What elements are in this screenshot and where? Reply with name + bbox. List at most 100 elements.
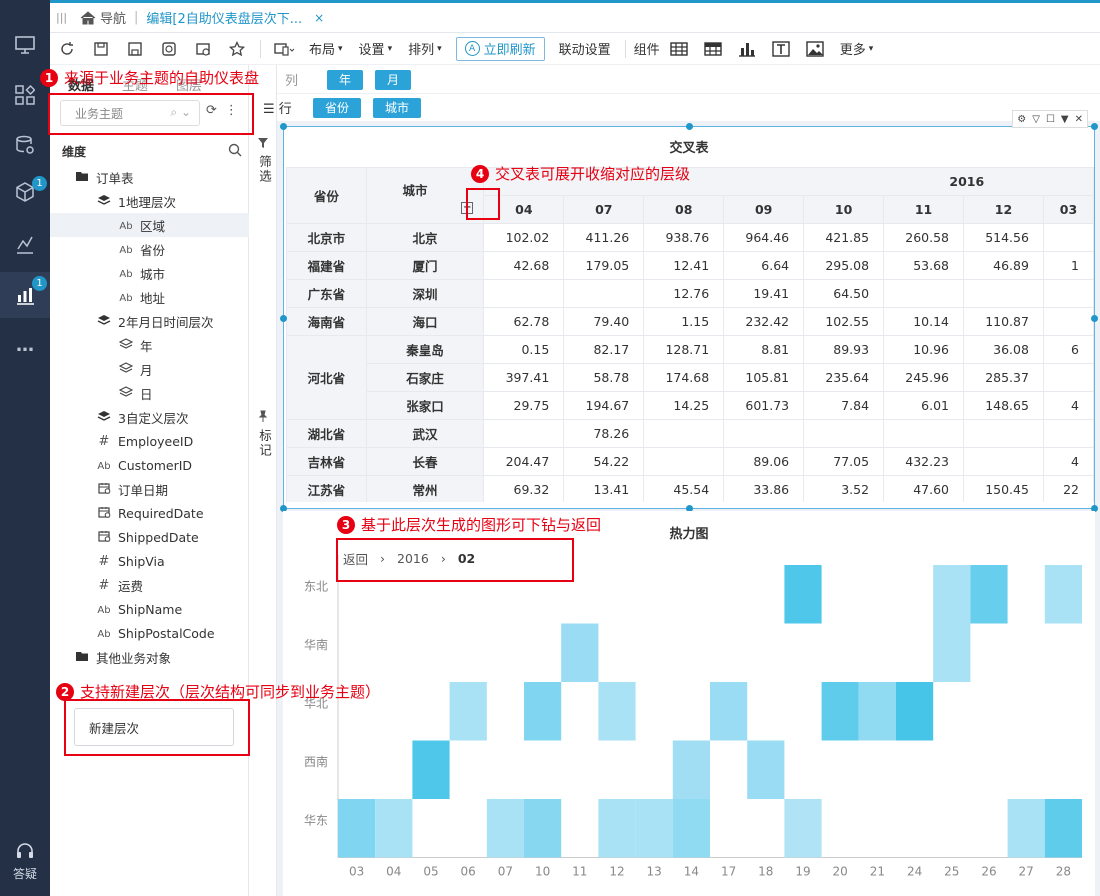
- menu-down-icon[interactable]: ▼: [1061, 114, 1069, 125]
- refresh-icon[interactable]: [50, 35, 84, 63]
- heatmap-cell[interactable]: [486, 799, 524, 858]
- resize-handle[interactable]: [280, 123, 287, 130]
- heatmap-cell[interactable]: [858, 682, 896, 741]
- header-month[interactable]: 12: [963, 195, 1044, 224]
- resize-handle[interactable]: [686, 123, 693, 130]
- close-icon[interactable]: ✕: [1075, 114, 1083, 125]
- answer-help[interactable]: 答疑: [0, 842, 50, 882]
- save-as-icon[interactable]: [118, 35, 152, 63]
- header-province[interactable]: 省份: [286, 167, 367, 224]
- monitor-icon[interactable]: [0, 25, 50, 65]
- heatmap-cell[interactable]: [1044, 799, 1082, 858]
- heatmap-cell[interactable]: [821, 682, 859, 741]
- save-icon[interactable]: [84, 35, 118, 63]
- device-icon[interactable]: [267, 35, 301, 63]
- preview-icon[interactable]: [152, 35, 186, 63]
- arrange-menu[interactable]: 排列 ▾: [400, 39, 450, 58]
- header-month[interactable]: 09: [723, 195, 805, 224]
- heatmap-cell[interactable]: [747, 740, 785, 800]
- tree-item[interactable]: # ShipVia: [50, 549, 249, 573]
- tree-item[interactable]: 订单表: [50, 165, 249, 189]
- pin-icon[interactable]: [257, 410, 269, 422]
- refresh-now-button[interactable]: A 立即刷新: [455, 36, 545, 61]
- crosstab-icon[interactable]: [696, 35, 730, 63]
- tree-item[interactable]: Ab 区域: [50, 213, 249, 237]
- tree-item[interactable]: Ab ShipName: [50, 597, 249, 621]
- table-icon[interactable]: [662, 35, 696, 63]
- tree-item[interactable]: 其他业务对象: [50, 645, 249, 669]
- heatmap-cell[interactable]: [375, 799, 413, 858]
- cube-icon[interactable]: 1: [0, 172, 50, 212]
- filter-icon[interactable]: ▽: [1032, 114, 1040, 125]
- heatmap-cell[interactable]: [896, 682, 934, 741]
- resize-handle[interactable]: [1091, 315, 1098, 322]
- heatmap-cell[interactable]: [635, 799, 673, 858]
- tree-item[interactable]: Ab 省份: [50, 237, 249, 261]
- heatmap-cell[interactable]: [561, 623, 599, 683]
- heatmap-cell[interactable]: [933, 565, 971, 624]
- heatmap-cell[interactable]: [672, 740, 710, 800]
- tree-item[interactable]: 1地理层次: [50, 189, 249, 213]
- header-month[interactable]: 10: [803, 195, 885, 224]
- tree-item[interactable]: Ab CustomerID: [50, 453, 249, 477]
- heatmap-cell[interactable]: [784, 565, 822, 624]
- resize-handle[interactable]: [280, 315, 287, 322]
- heatmap-cell[interactable]: [598, 682, 636, 741]
- tree-item[interactable]: # 运费: [50, 573, 249, 597]
- header-month[interactable]: 03: [1042, 195, 1094, 224]
- tree-item[interactable]: 2年月日时间层次: [50, 309, 249, 333]
- header-month[interactable]: 07: [563, 195, 645, 224]
- tree-item[interactable]: RequiredDate: [50, 501, 249, 525]
- tree-item[interactable]: # EmployeeID: [50, 429, 249, 453]
- layout-menu[interactable]: 布局 ▾: [301, 39, 351, 58]
- heatmap-cell[interactable]: [524, 682, 562, 741]
- tab-document[interactable]: 编辑[2自助仪表盘层次下...: [146, 8, 302, 27]
- pill-province[interactable]: 省份: [313, 97, 362, 118]
- more-dots-icon[interactable]: …: [0, 325, 50, 365]
- analysis-icon[interactable]: [0, 225, 50, 265]
- maximize-icon[interactable]: ☐: [1046, 114, 1055, 125]
- heatmap-cell[interactable]: [672, 799, 710, 858]
- grip-icon[interactable]: |||: [56, 11, 72, 24]
- settings-menu[interactable]: 设置 ▾: [351, 39, 401, 58]
- tree-item[interactable]: ShippedDate: [50, 525, 249, 549]
- tree-item[interactable]: Ab 地址: [50, 285, 249, 309]
- bar-chart-icon[interactable]: [730, 35, 764, 63]
- tree-item[interactable]: 年: [50, 333, 249, 357]
- search-icon[interactable]: [228, 143, 242, 160]
- tree-item[interactable]: 3自定义层次: [50, 405, 249, 429]
- heatmap-cell[interactable]: [784, 799, 822, 858]
- tree-item[interactable]: 日: [50, 381, 249, 405]
- tree-item[interactable]: Ab 城市: [50, 261, 249, 285]
- pill-year[interactable]: 年: [327, 69, 364, 90]
- close-tab-icon[interactable]: ×: [314, 11, 324, 25]
- heatmap-cell[interactable]: [710, 682, 748, 741]
- tree-item[interactable]: 月: [50, 357, 249, 381]
- tree-item[interactable]: 订单日期: [50, 477, 249, 501]
- favorite-star-icon[interactable]: [220, 35, 254, 63]
- text-box-icon[interactable]: [764, 35, 798, 63]
- resize-handle[interactable]: [1091, 123, 1098, 130]
- pill-month[interactable]: 月: [375, 69, 412, 90]
- tree-item[interactable]: Ab ShipPostalCode: [50, 621, 249, 645]
- linkage-settings-button[interactable]: 联动设置: [551, 39, 619, 58]
- settings-gear-icon[interactable]: ⚙: [1017, 114, 1026, 125]
- heatmap-cell[interactable]: [412, 740, 450, 800]
- heatmap-cell[interactable]: [449, 682, 487, 741]
- heatmap-cell[interactable]: [524, 799, 562, 858]
- mark-label[interactable]: 标记: [255, 429, 274, 458]
- heatmap-cell[interactable]: [1007, 799, 1045, 858]
- heatmap-cell[interactable]: [338, 799, 376, 858]
- heatmap-cell[interactable]: [1044, 565, 1082, 624]
- database-settings-icon[interactable]: [0, 125, 50, 165]
- filter-icon[interactable]: [257, 137, 269, 149]
- header-month[interactable]: 11: [883, 195, 964, 224]
- heatmap-cell[interactable]: [598, 799, 636, 858]
- heatmap-cell[interactable]: [933, 623, 971, 683]
- share-settings-icon[interactable]: [186, 35, 220, 63]
- pill-city[interactable]: 城市: [373, 97, 422, 118]
- more-menu[interactable]: 更多 ▾: [832, 39, 882, 58]
- heatmap-cell[interactable]: [970, 565, 1008, 624]
- tab-home[interactable]: 导航: [80, 8, 126, 27]
- image-icon[interactable]: [798, 35, 832, 63]
